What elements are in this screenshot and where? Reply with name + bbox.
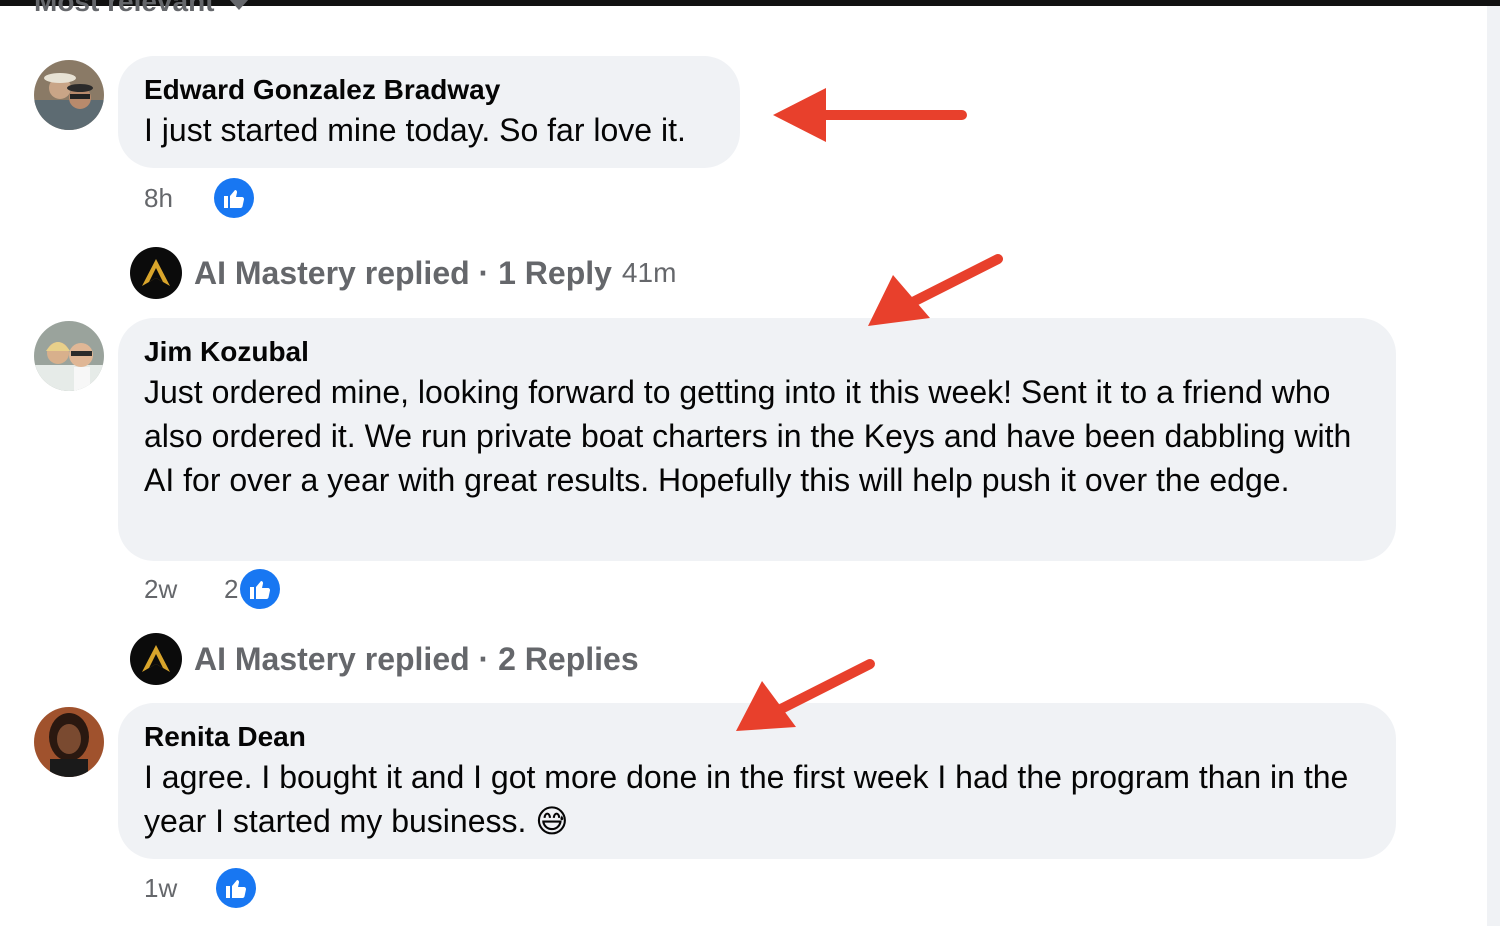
annotation-arrows [736,88,1003,731]
red-arrow-annotation [868,254,1003,326]
red-arrow-annotation [736,659,875,731]
red-arrow-annotation [773,88,967,142]
